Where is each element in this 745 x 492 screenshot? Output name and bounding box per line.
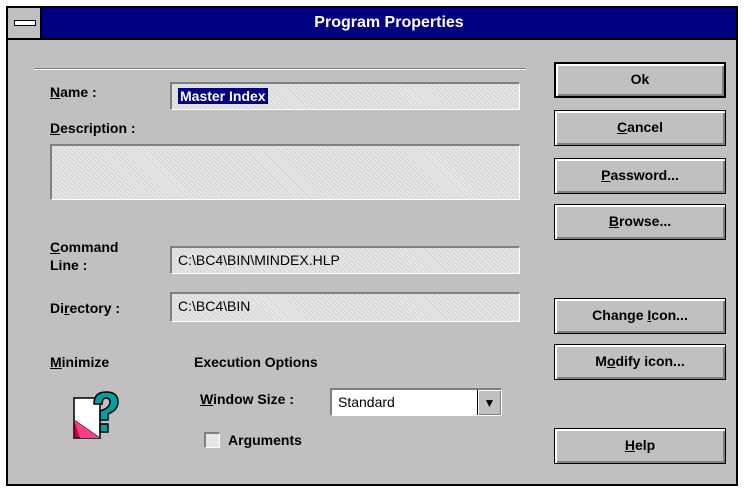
ok-button[interactable]: Ok (554, 62, 726, 98)
help-file-icon[interactable] (70, 390, 122, 442)
separator (34, 68, 526, 70)
window-title: Program Properties (314, 14, 464, 31)
modify-icon-button[interactable]: Modify icon... (554, 344, 726, 380)
window-size-value: Standard (338, 394, 395, 410)
description-input[interactable] (50, 144, 520, 200)
password-button[interactable]: Password... (554, 158, 726, 194)
execution-options-label: Execution Options (194, 354, 318, 370)
window-size-select[interactable]: Standard ▼ (330, 388, 502, 416)
help-button[interactable]: Help (554, 428, 726, 464)
minimize-label: Minimize (50, 354, 110, 370)
arguments-label[interactable]: Arguments (228, 432, 302, 448)
program-properties-dialog: Program Properties Name : Master Index D… (6, 6, 738, 486)
window-size-label: Window Size : (200, 391, 294, 407)
command-line-input[interactable]: C:\BC4\BIN\MINDEX.HLP (170, 246, 520, 274)
name-value: Master Index (178, 88, 268, 104)
name-label: Name : (50, 84, 97, 100)
dropdown-arrow-icon[interactable]: ▼ (477, 390, 501, 415)
name-input[interactable]: Master Index (170, 82, 520, 110)
description-label: Description : (50, 120, 136, 136)
system-menu-icon[interactable] (8, 8, 42, 38)
title-bar[interactable]: Program Properties (8, 8, 736, 40)
change-icon-button[interactable]: Change Icon... (554, 298, 726, 334)
directory-label: Directory : (50, 300, 121, 316)
arguments-checkbox[interactable] (204, 432, 220, 448)
directory-input[interactable]: C:\BC4\BIN (170, 292, 520, 322)
command-line-label: Command Line : (50, 239, 119, 273)
browse-button[interactable]: Browse... (554, 204, 726, 240)
cancel-button[interactable]: Cancel (554, 110, 726, 146)
